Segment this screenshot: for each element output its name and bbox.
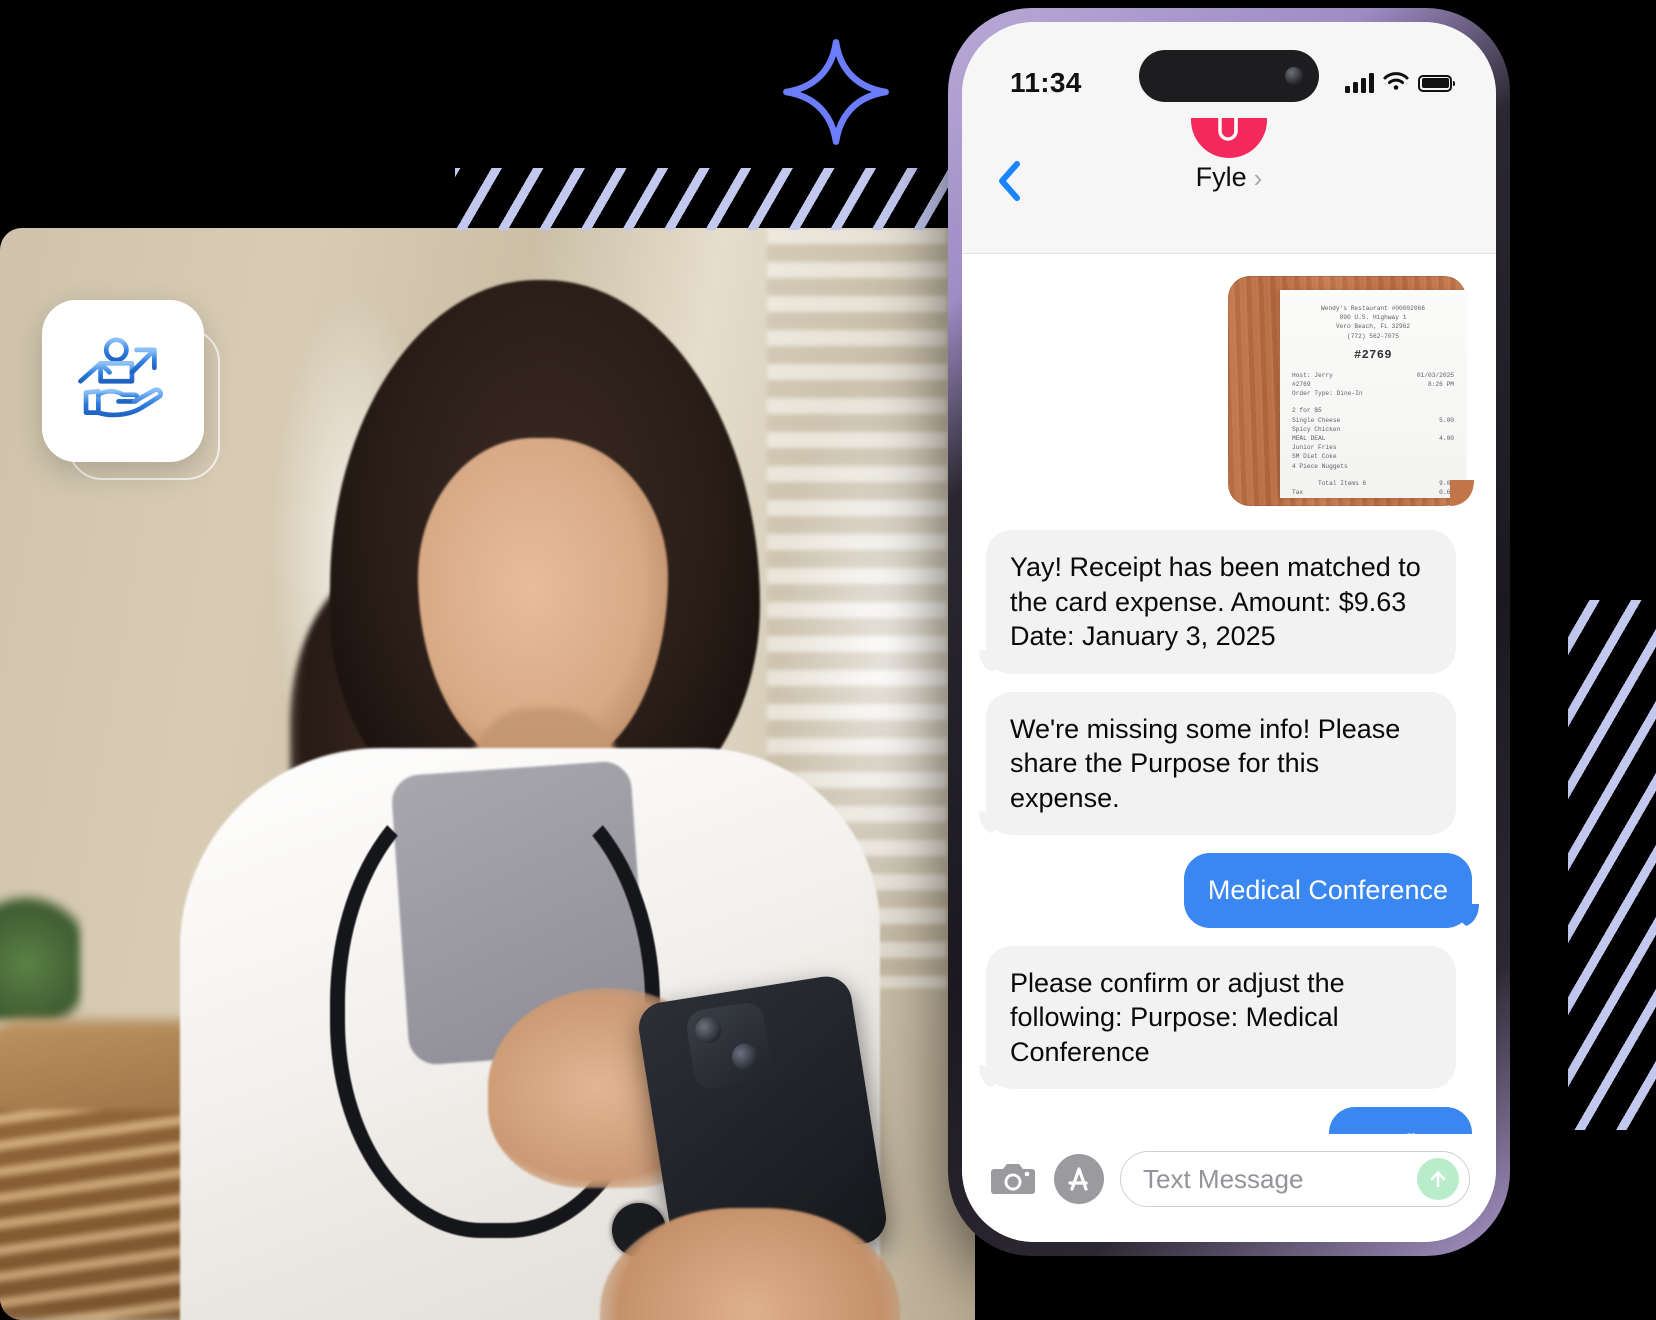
receipt-total-items-row: Total Items 6 9.00 xyxy=(1292,479,1454,488)
message-bubble-outgoing[interactable]: Medical Conference xyxy=(1183,853,1472,928)
receipt-item-name: 2 for $5 xyxy=(1292,407,1322,415)
receipt-item-price: 4.00 xyxy=(1439,435,1454,443)
message-row: We're missing some info! Please share th… xyxy=(986,691,1472,836)
receipt-tax-value: 0.63 xyxy=(1439,489,1454,497)
conversation-header: Fyle › xyxy=(962,82,1496,254)
send-button[interactable] xyxy=(1417,1158,1459,1200)
message-bubble-incoming[interactable]: We're missing some info! Please share th… xyxy=(986,691,1456,836)
receipt-item: Single Cheese 5.00 xyxy=(1292,416,1454,425)
message-input-placeholder: Text Message xyxy=(1143,1163,1304,1194)
message-row: Medical Conference xyxy=(986,853,1472,928)
receipt-item-name: SM Diet Coke xyxy=(1292,453,1337,461)
receipt-photo-bubble[interactable]: Wendy's Restaurant #00002066 890 U.S. Hi… xyxy=(1228,276,1466,506)
diagonal-stripes-right xyxy=(1568,600,1656,1130)
receipt-item: Spicy Chicken xyxy=(1292,425,1454,434)
front-camera-icon xyxy=(1285,67,1303,85)
receipt-tax-row: Tax 0.63 xyxy=(1292,488,1454,497)
growth-in-hand-icon xyxy=(67,323,179,440)
message-row: Please confirm or adjust the following: … xyxy=(986,945,1472,1090)
contact-name-row[interactable]: Fyle › xyxy=(1196,162,1263,193)
receipt-item: Junior Fries xyxy=(1292,443,1454,452)
diagonal-stripes-top xyxy=(455,168,965,230)
dynamic-island xyxy=(1139,50,1319,102)
receipt-order-type: Order Type: Dine-In xyxy=(1292,390,1363,398)
camera-icon[interactable] xyxy=(988,1154,1038,1204)
contact-name: Fyle xyxy=(1195,162,1247,192)
page-root: 11:34 Fyle › Wendy's Restaurant #0000206… xyxy=(0,0,1656,1320)
receipt-item-name: Junior Fries xyxy=(1292,444,1337,452)
back-button[interactable] xyxy=(996,160,1040,207)
receipt-host-row: Host: Jerry 01/03/2025 xyxy=(1292,371,1454,380)
receipt-tax-label: Tax xyxy=(1292,489,1304,497)
receipt-item: 2 for $5 xyxy=(1292,406,1454,415)
plant xyxy=(0,880,80,1020)
receipt-host: Host: Jerry xyxy=(1292,371,1333,379)
message-bubble-incoming[interactable]: Yay! Receipt has been matched to the car… xyxy=(986,530,1456,674)
message-row: Confirm xyxy=(986,1107,1472,1134)
receipt-time: 8:26 PM xyxy=(1428,381,1454,389)
conversation-thread[interactable]: Wendy's Restaurant #00002066 890 U.S. Hi… xyxy=(962,254,1496,1134)
receipt-total-items-label: Total Items 6 xyxy=(1318,479,1367,487)
receipt-date: 01/03/2025 xyxy=(1416,371,1454,379)
phone-screen: 11:34 Fyle › Wendy's Restaurant #0000206… xyxy=(962,22,1496,1242)
feature-card xyxy=(42,300,204,462)
receipt-item-name: Spicy Chicken xyxy=(1292,425,1341,433)
four-point-star-icon xyxy=(782,38,890,146)
receipt-ticket-row: #2769 8:26 PM xyxy=(1292,380,1454,389)
status-bar-indicators xyxy=(1345,71,1455,96)
receipt-items: 2 for $5 Single Cheese 5.00 Spicy Chicken… xyxy=(1292,406,1454,470)
receipt-attachment-row: Wendy's Restaurant #00002066 890 U.S. Hi… xyxy=(986,276,1472,506)
message-row: Yay! Receipt has been matched to the car… xyxy=(986,530,1472,674)
receipt-address-2: Vero Beach, FL 32962 xyxy=(1335,323,1411,331)
receipt-merchant: Wendy's Restaurant #00002066 xyxy=(1321,305,1425,312)
message-bubble-outgoing[interactable]: Confirm xyxy=(1329,1107,1472,1134)
receipt-address-1: 890 U.S. Highway 1 xyxy=(1339,314,1407,322)
message-bubble-incoming[interactable]: Please confirm or adjust the following: … xyxy=(986,945,1456,1090)
receipt-item-price: 5.00 xyxy=(1439,416,1454,424)
phone-mockup: 11:34 Fyle › Wendy's Restaurant #0000206… xyxy=(948,8,1510,1256)
cellular-signal-icon xyxy=(1345,73,1374,93)
wifi-icon xyxy=(1383,71,1409,96)
message-input-field[interactable]: Text Message xyxy=(1120,1151,1470,1207)
receipt-item-name: MEAL DEAL xyxy=(1292,435,1326,443)
message-input-bar: Text Message xyxy=(962,1134,1496,1242)
receipt-paper: Wendy's Restaurant #00002066 890 U.S. Hi… xyxy=(1280,290,1466,498)
receipt-item-name: Single Cheese xyxy=(1292,416,1341,424)
receipt-item-name: 4 Piece Nuggets xyxy=(1292,462,1348,470)
receipt-item: SM Diet Coke xyxy=(1292,452,1454,461)
phone-frame: 11:34 Fyle › Wendy's Restaurant #0000206… xyxy=(948,8,1510,1256)
receipt-order-number: #2769 xyxy=(1353,347,1392,362)
receipt-item: 4 Piece Nuggets xyxy=(1292,462,1454,471)
battery-icon xyxy=(1418,74,1455,92)
chevron-right-icon: › xyxy=(1253,162,1263,193)
app-store-icon[interactable] xyxy=(1054,1154,1104,1204)
receipt-ticket: #2769 xyxy=(1292,381,1311,389)
receipt-item: MEAL DEAL 4.00 xyxy=(1292,434,1454,443)
held-smartphone-camera xyxy=(684,1000,774,1092)
status-bar-time: 11:34 xyxy=(1010,67,1082,98)
receipt-phone: (772) 562-7075 xyxy=(1347,332,1399,340)
receipt-total-items-value: 9.00 xyxy=(1439,479,1454,487)
